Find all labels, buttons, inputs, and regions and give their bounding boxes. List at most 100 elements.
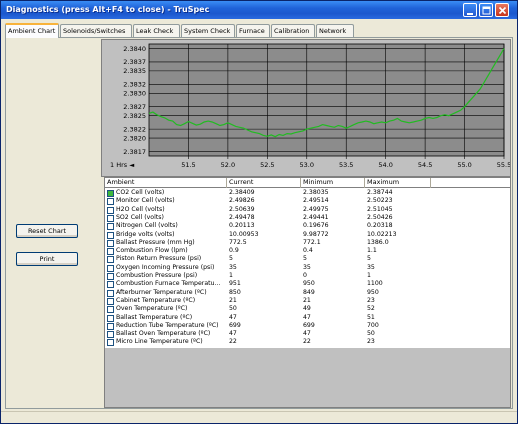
column-header-minimum[interactable]: Minimum [301,178,365,188]
reset-chart-label: Reset Chart [27,227,67,235]
row-checkbox[interactable] [107,331,114,339]
row-checkbox[interactable] [107,264,114,272]
row-current: 47 [229,330,237,338]
y-tick-label: 2.3832 [123,81,146,89]
table-row[interactable]: Combustion Pressure (psi) 1 0 1 [105,272,510,280]
table-row[interactable]: Ballast Oven Temperature (ºC) 47 47 50 [105,330,510,339]
tab-network[interactable]: Network [316,24,354,37]
title-bar[interactable]: Diagnostics (press Alt+F4 to close) - Tr… [1,1,517,19]
row-current: 22 [229,338,237,346]
y-tick-label: 2.3822 [123,125,146,133]
tab-calibration[interactable]: Calibration [271,24,315,37]
row-checkbox[interactable] [107,281,114,289]
column-header-ambient[interactable]: Ambient [105,178,227,188]
print-button[interactable]: Print [16,252,78,266]
row-maximum: 35 [367,263,375,271]
row-name: Ballast Pressure (mm Hg) [116,238,195,246]
table-row[interactable]: Reduction Tube Temperature (ºC) 699 699 700 [105,322,510,330]
status-bar [1,411,517,423]
table-row[interactable]: Piston Return Pressure (psi) 5 5 5 [105,255,510,264]
table-row[interactable]: Combustion Flow (lpm) 0.9 0.4 1.1 [105,247,510,256]
row-maximum: 2.38744 [367,189,393,196]
row-checkbox[interactable] [107,190,114,197]
row-checkbox[interactable] [107,256,114,264]
table-row[interactable]: H2O Cell (volts) 2.50639 2.49975 2.51045 [105,206,510,214]
row-checkbox[interactable] [107,339,114,347]
print-label: Print [39,255,55,263]
table-row[interactable]: Afterburner Temperature (ºC) 850 849 950 [105,289,510,297]
x-tick-label: 52.0 [221,161,235,169]
maximize-icon [482,6,491,15]
table-row[interactable]: CO2 Cell (volts) 2.38409 2.38035 2.38744 [105,189,510,197]
row-checkbox[interactable] [107,306,114,314]
row-minimum: 49 [303,305,311,313]
ambient-table: Ambient Current Minimum Maximum CO2 Cell… [104,177,511,408]
y-tick-label: 2.3840 [123,45,146,53]
row-current: 47 [229,313,237,321]
row-maximum: 0.20318 [367,222,393,230]
x-tick-label: 53.5 [339,161,353,169]
maximize-button[interactable] [479,3,493,17]
tab-leak-check[interactable]: Leak Check [133,24,180,37]
table-row[interactable]: Monitor Cell (volts) 2.49826 2.49514 2.5022… [105,197,510,206]
table-row[interactable]: Combustion Furnace Temperatu... 951 950 110… [105,280,510,289]
row-current: 1 [229,272,233,279]
tab-label: Network [319,27,347,35]
table-row[interactable]: Nitrogen Cell (volts) 0.20113 0.19676 0.203… [105,222,510,231]
row-checkbox[interactable] [107,314,114,322]
column-header-maximum[interactable]: Maximum [365,178,431,188]
x-tick-label: 54.0 [378,161,392,169]
tab-label: System Check [184,27,231,35]
row-maximum: 1 [367,272,371,279]
row-checkbox[interactable] [107,206,114,214]
column-header-current[interactable]: Current [227,178,301,188]
table-row[interactable]: Micro Line Temperature (ºC) 22 22 23 [105,338,510,347]
row-name: Oven Temperature (ºC) [116,305,188,313]
row-checkbox[interactable] [107,198,114,206]
row-minimum: 0.19676 [303,222,329,230]
table-row[interactable]: Bridge volts (volts) 10.00953 9.98772 10.02… [105,231,510,239]
table-row[interactable]: Oxygen Incoming Pressure (psi) 35 35 35 [105,264,510,272]
row-name: Reduction Tube Temperature (ºC) [116,321,219,329]
ambient-chart: 2.3840 2.3837 2.3835 2.3832 2.3830 2.3827 2.38… [101,39,511,177]
tab-furnace[interactable]: Furnace [236,24,270,37]
table-row[interactable]: SO2 Cell (volts) 2.49478 2.49441 2.50426 [105,214,510,222]
row-name: Combustion Furnace Temperatu... [116,280,221,288]
table-row[interactable]: Cabinet Temperature (ºC) 21 21 23 [105,297,510,305]
table-row[interactable]: Ballast Temperature (ºC) 47 47 51 [105,314,510,322]
tab-system-check[interactable]: System Check [181,24,235,37]
tab-solenoids-switches[interactable]: Solenoids/Switches [60,24,132,37]
table-row[interactable]: Ballast Pressure (mm Hg) 772.5 772.1 1386.0 [105,239,510,247]
tab-label: Calibration [274,27,310,35]
row-maximum: 1386.0 [367,238,389,246]
row-checkbox[interactable] [107,297,114,305]
tab-ambient-chart[interactable]: Ambient Chart [5,23,59,38]
row-minimum: 21 [303,296,311,304]
row-current: 2.50639 [229,205,255,213]
row-checkbox[interactable] [107,239,114,247]
row-minimum: 849 [303,288,315,296]
row-current: 0.20113 [229,222,255,230]
row-minimum: 772.1 [303,238,321,246]
y-tick-label: 2.3825 [123,112,146,120]
row-name: Ballast Temperature (ºC) [116,313,193,321]
close-button[interactable] [495,3,509,17]
minimize-button[interactable] [463,3,477,17]
row-maximum: 2.50223 [367,197,393,205]
row-checkbox[interactable] [107,248,114,256]
row-name: Cabinet Temperature (ºC) [116,296,196,304]
row-checkbox[interactable] [107,223,114,231]
row-name: Oxygen Incoming Pressure (psi) [116,263,215,271]
row-checkbox[interactable] [107,322,114,330]
row-checkbox[interactable] [107,231,114,239]
table-row[interactable]: Oven Temperature (ºC) 50 49 52 [105,305,510,314]
row-checkbox[interactable] [107,214,114,222]
reset-chart-button[interactable]: Reset Chart [16,224,78,238]
chart-svg: 2.38402.38372.38352.38322.38302.38272.38… [110,43,510,169]
row-maximum: 10.02213 [367,230,397,238]
row-checkbox[interactable] [107,289,114,297]
row-checkbox[interactable] [107,273,114,280]
row-current: 2.49478 [229,213,255,221]
row-maximum: 950 [367,288,379,296]
row-name: Combustion Pressure (psi) [116,272,198,279]
